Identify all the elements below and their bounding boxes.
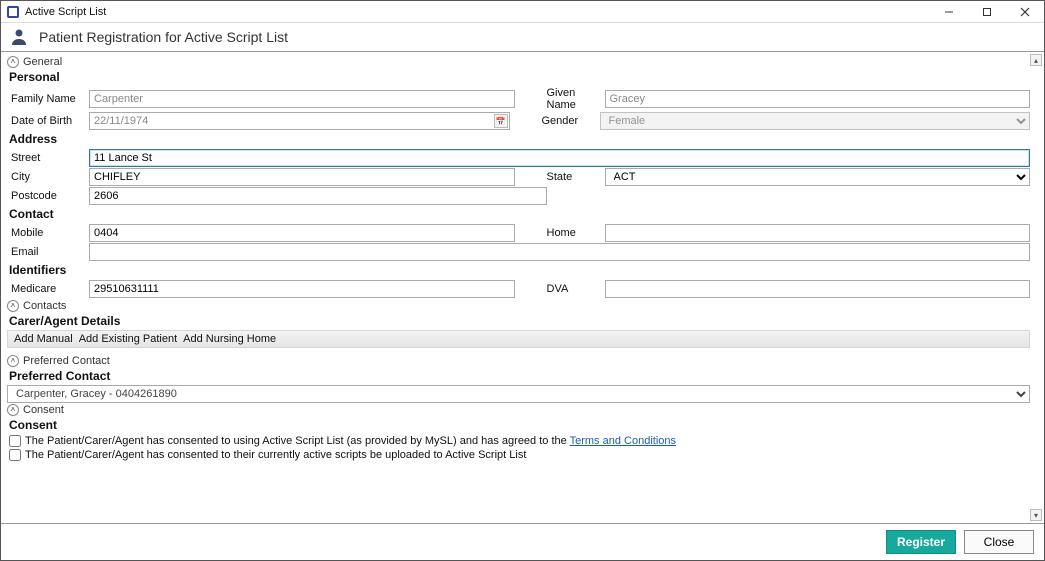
- label-street: Street: [7, 152, 89, 164]
- titlebar: Active Script List: [1, 1, 1044, 23]
- maximize-icon: [982, 7, 992, 17]
- consent-row-1: The Patient/Carer/Agent has consented to…: [7, 434, 1030, 448]
- close-button[interactable]: [1006, 1, 1044, 23]
- gender-select[interactable]: Female: [600, 112, 1031, 130]
- row-street: Street: [7, 149, 1030, 167]
- register-button[interactable]: Register: [886, 530, 956, 554]
- consent-row-2: The Patient/Carer/Agent has consented to…: [7, 448, 1030, 462]
- consent-checkbox-terms[interactable]: [9, 435, 21, 447]
- label-home: Home: [539, 227, 605, 239]
- calendar-icon: 📅: [496, 117, 506, 126]
- chevron-up-icon: ˄: [7, 56, 19, 68]
- titlebar-left: Active Script List: [7, 6, 106, 18]
- label-given-name: Given Name: [539, 87, 605, 111]
- preferred-contact-select[interactable]: Carpenter, Gracey - 0404261890: [7, 385, 1030, 403]
- consent-text-1: The Patient/Carer/Agent has consented to…: [25, 435, 676, 447]
- group-consent: Consent: [7, 417, 1030, 434]
- home-input[interactable]: [605, 224, 1031, 242]
- scroll-down-button[interactable]: ▾: [1030, 509, 1042, 521]
- add-nursing-home-button[interactable]: Add Nursing Home: [181, 333, 278, 345]
- street-input[interactable]: [89, 149, 1030, 167]
- chevron-down-icon: ▾: [1034, 511, 1038, 520]
- family-name-input[interactable]: [89, 90, 515, 108]
- medicare-input[interactable]: [89, 280, 515, 298]
- row-postcode: Postcode: [7, 187, 1030, 205]
- group-address: Address: [7, 131, 1030, 148]
- mobile-input[interactable]: [89, 224, 515, 242]
- row-dob-gender: Date of Birth 📅 Gender Female: [7, 112, 1030, 130]
- chevron-up-icon: ˄: [7, 300, 19, 312]
- scroll-up-button[interactable]: ▴: [1030, 54, 1042, 66]
- state-select[interactable]: ACTNSWNTQLDSATASVICWA: [605, 168, 1031, 186]
- footer: Register Close: [1, 523, 1044, 560]
- form-body: ▴ ▾ ˄ General Personal Family Name Given…: [1, 52, 1044, 523]
- given-name-input[interactable]: [605, 90, 1031, 108]
- label-medicare: Medicare: [7, 283, 89, 295]
- consent-text-1-prefix: The Patient/Carer/Agent has consented to…: [25, 435, 570, 447]
- chevron-up-icon: ˄: [7, 355, 19, 367]
- window-title: Active Script List: [25, 6, 106, 18]
- section-label: Contacts: [23, 300, 66, 312]
- section-toggle-consent[interactable]: ˄ Consent: [7, 403, 1030, 417]
- group-identifiers: Identifiers: [7, 262, 1030, 279]
- row-mobile-home: Mobile Home: [7, 224, 1030, 242]
- minimize-button[interactable]: [930, 1, 968, 23]
- dva-input[interactable]: [605, 280, 1031, 298]
- label-city: City: [7, 171, 89, 183]
- row-medicare-dva: Medicare DVA: [7, 280, 1030, 298]
- window-controls: [930, 1, 1044, 23]
- label-postcode: Postcode: [7, 190, 89, 202]
- section-toggle-general[interactable]: ˄ General: [7, 55, 1030, 69]
- city-input[interactable]: [89, 168, 515, 186]
- consent-text-2: The Patient/Carer/Agent has consented to…: [25, 449, 526, 461]
- app-window: Active Script List Patient Registration …: [0, 0, 1045, 561]
- row-family-given: Family Name Given Name: [7, 87, 1030, 111]
- page-header: Patient Registration for Active Script L…: [1, 23, 1044, 52]
- group-preferred-contact: Preferred Contact: [7, 368, 1030, 385]
- close-form-button[interactable]: Close: [964, 530, 1034, 554]
- app-icon: [7, 6, 19, 18]
- row-city-state: City State ACTNSWNTQLDSATASVICWA: [7, 168, 1030, 186]
- email-input[interactable]: [89, 243, 1030, 261]
- label-dob: Date of Birth: [7, 115, 89, 127]
- group-carer-agent: Carer/Agent Details: [7, 313, 1030, 330]
- consent-checkbox-upload[interactable]: [9, 449, 21, 461]
- row-email: Email: [7, 243, 1030, 261]
- label-email: Email: [7, 246, 89, 258]
- carer-action-bar: Add Manual Add Existing Patient Add Nurs…: [7, 330, 1030, 348]
- person-icon: [9, 27, 29, 47]
- section-toggle-contacts[interactable]: ˄ Contacts: [7, 299, 1030, 313]
- dob-input[interactable]: [89, 112, 510, 130]
- maximize-button[interactable]: [968, 1, 1006, 23]
- page-title: Patient Registration for Active Script L…: [39, 29, 288, 45]
- postcode-input[interactable]: [89, 187, 547, 205]
- close-icon: [1020, 7, 1030, 17]
- add-existing-patient-button[interactable]: Add Existing Patient: [77, 333, 179, 345]
- group-personal: Personal: [7, 69, 1030, 86]
- section-label: General: [23, 56, 62, 68]
- label-state: State: [539, 171, 605, 183]
- chevron-up-icon: ▴: [1034, 56, 1038, 65]
- label-dva: DVA: [539, 283, 605, 295]
- chevron-up-icon: ˄: [7, 404, 19, 416]
- terms-link[interactable]: Terms and Conditions: [570, 435, 676, 447]
- label-family-name: Family Name: [7, 93, 89, 105]
- label-gender: Gender: [534, 115, 600, 127]
- section-label: Preferred Contact: [23, 355, 110, 367]
- minimize-icon: [944, 7, 954, 17]
- calendar-button[interactable]: 📅: [494, 114, 508, 128]
- group-contact: Contact: [7, 206, 1030, 223]
- section-toggle-preferred-contact[interactable]: ˄ Preferred Contact: [7, 354, 1030, 368]
- add-manual-button[interactable]: Add Manual: [12, 333, 75, 345]
- label-mobile: Mobile: [7, 227, 89, 239]
- section-label: Consent: [23, 404, 64, 416]
